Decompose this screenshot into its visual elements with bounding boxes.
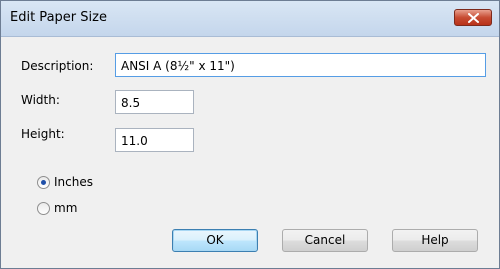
help-button[interactable]: Help: [392, 229, 478, 252]
dialog-body: Description: ANSI A (8½" x 11") Width: 8…: [1, 37, 499, 268]
radio-checked-icon[interactable]: [37, 175, 50, 189]
close-button[interactable]: [454, 9, 492, 26]
units-option-label: mm: [54, 201, 78, 215]
height-label: Height:: [21, 127, 65, 141]
close-icon: [468, 13, 479, 23]
edit-paper-size-dialog: Edit Paper Size Description: ANSI A (8½"…: [0, 0, 500, 269]
radio-unchecked-icon[interactable]: [37, 201, 50, 215]
units-radio-mm[interactable]: mm: [37, 201, 77, 215]
dialog-title: Edit Paper Size: [10, 10, 107, 25]
width-field[interactable]: 8.5: [115, 90, 194, 114]
cancel-button[interactable]: Cancel: [282, 229, 368, 252]
units-radio-inches[interactable]: Inches: [37, 175, 93, 189]
title-bar: Edit Paper Size: [1, 1, 499, 37]
height-field[interactable]: 11.0: [115, 128, 194, 152]
ok-button[interactable]: OK: [172, 229, 258, 252]
description-field[interactable]: ANSI A (8½" x 11"): [115, 53, 486, 77]
units-option-label: Inches: [54, 175, 93, 189]
width-label: Width:: [21, 93, 60, 107]
description-label: Description:: [21, 59, 94, 73]
